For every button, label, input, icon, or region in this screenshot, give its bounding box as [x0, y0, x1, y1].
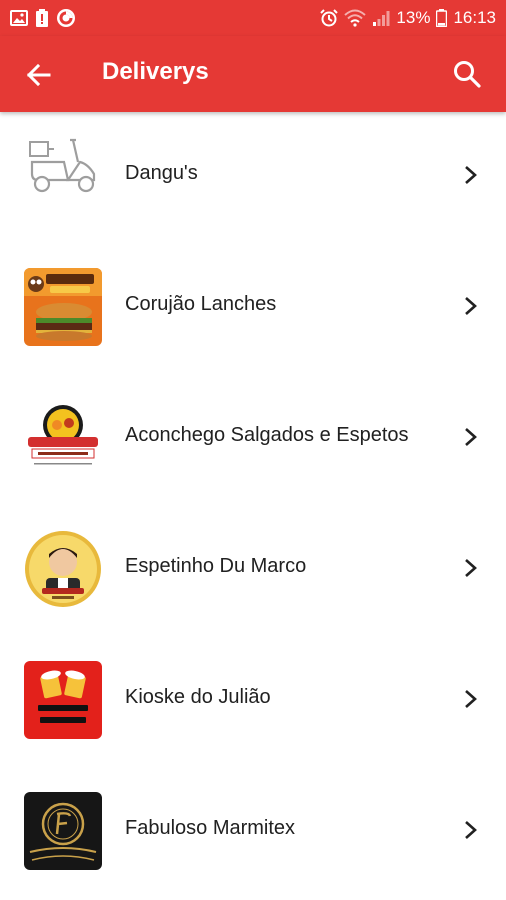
chevron-right-icon	[460, 688, 480, 710]
status-time: 16:13	[453, 8, 496, 27]
aconchego-logo	[24, 399, 102, 477]
delivery-list: Dangu's Corujão Lanches Aconchego Salgad…	[0, 112, 506, 898]
chevron-right-icon	[460, 819, 480, 841]
signal-icon	[372, 9, 390, 27]
chevron-right-icon	[460, 164, 480, 186]
status-bar: 13% 16:13	[0, 0, 506, 36]
arrow-back-icon[interactable]	[24, 61, 52, 89]
delivery-item-espetinho[interactable]: Espetinho Du Marco	[0, 505, 506, 636]
delivery-item-dangus[interactable]: Dangu's	[0, 112, 506, 243]
app-bar: Deliverys	[0, 36, 506, 112]
delivery-name: Corujão Lanches	[125, 293, 277, 315]
wifi-icon	[344, 9, 367, 27]
delivery-name: Kioske do Julião	[125, 686, 271, 708]
alarm-icon	[320, 9, 339, 27]
search-icon[interactable]	[452, 59, 482, 89]
delivery-item-corujao[interactable]: Corujão Lanches	[0, 243, 506, 374]
burger-logo	[24, 268, 102, 346]
delivery-item-fabuloso[interactable]: Fabuloso Marmitex	[0, 767, 506, 898]
battery-icon	[436, 9, 448, 27]
delivery-name: Fabuloso Marmitex	[125, 817, 296, 839]
chevron-right-icon	[460, 557, 480, 579]
chef-badge-logo	[24, 530, 102, 608]
delivery-name: Dangu's	[125, 162, 198, 184]
delivery-item-kioske[interactable]: Kioske do Julião	[0, 636, 506, 767]
battery-alert-icon	[36, 9, 48, 27]
chevron-right-icon	[460, 295, 480, 317]
battery-percent: 13%	[396, 8, 431, 27]
scooter-icon	[24, 134, 102, 212]
delivery-name: Aconchego Salgados e Espetos	[125, 424, 409, 446]
beer-mugs-logo	[24, 661, 102, 739]
image-icon	[10, 10, 28, 26]
ring-icon	[56, 8, 76, 28]
status-bar-left	[10, 8, 76, 28]
delivery-item-aconchego[interactable]: Aconchego Salgados e Espetos	[0, 374, 506, 505]
page-title: Deliverys	[102, 58, 209, 85]
chevron-right-icon	[460, 426, 480, 448]
fabuloso-emblem-logo	[24, 792, 102, 870]
delivery-name: Espetinho Du Marco	[125, 555, 307, 577]
status-bar-right: 13% 16:13	[320, 8, 496, 28]
